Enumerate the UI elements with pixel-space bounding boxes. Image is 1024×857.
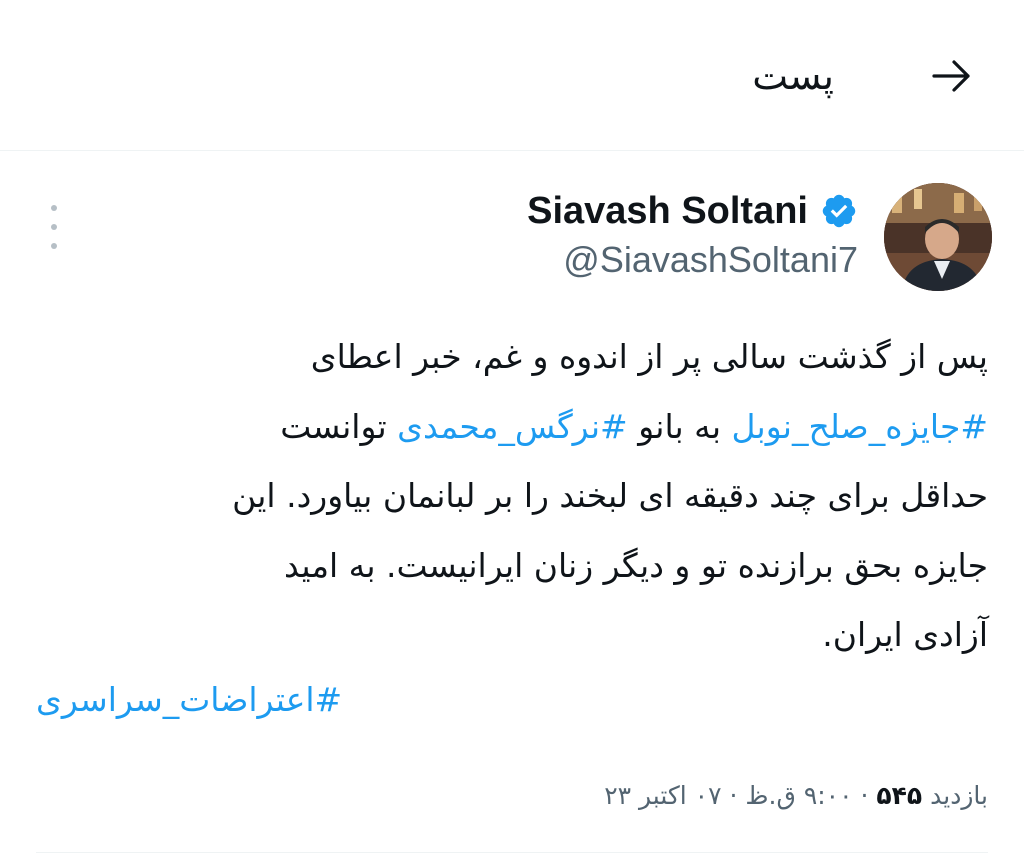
meta-separator: · [860, 781, 869, 810]
author-name-row: Siavash Soltani [527, 188, 858, 234]
views-label: بازدید [930, 781, 988, 810]
tweet-line-1: پس از گذشت سالی پر از اندوه و غم، خبر اع… [310, 337, 988, 376]
avatar[interactable] [884, 183, 992, 291]
tweet-line-2: #جایزه_صلح_نوبل به بانو #نرگس_محمدی توان… [28, 392, 988, 462]
tweet-meta: بازدید ۵۴۵ · ۹:۰۰ ق.ظ · ۰۷ اکتبر ۲۳ [604, 770, 988, 822]
tweet-text-fragment: به بانو [627, 406, 732, 446]
tweet-line-4: جایزه بحق برازنده تو و دیگر زنان ایرانیس… [284, 545, 988, 585]
tweet-line-3: حداقل برای چند دقیقه ای لبخند را بر لبان… [232, 476, 988, 515]
hashtag-link[interactable]: #جایزه_صلح_نوبل [732, 407, 988, 446]
hashtag-link[interactable]: #اعتراضات_سراسری [36, 680, 342, 719]
tweet-text-fragment: توانست [280, 406, 398, 446]
page-title: پست [752, 54, 834, 98]
user-handle[interactable]: @SiavashSoltani7 [563, 238, 858, 282]
more-options-icon[interactable] [40, 205, 68, 249]
tweet-date[interactable]: ۰۷ اکتبر ۲۳ [604, 781, 721, 810]
verified-badge-icon [820, 192, 858, 230]
trailing-hashtag-row: #اعتراضات_سراسری [36, 670, 342, 730]
meta-separator: · [729, 781, 738, 810]
tweet-line-5: آزادی ایران. [822, 615, 988, 654]
dot [51, 243, 57, 249]
top-bar: پست [0, 0, 1024, 151]
dot [51, 224, 57, 230]
tweet-time[interactable]: ۹:۰۰ ق.ظ [745, 781, 852, 810]
back-arrow-icon[interactable] [930, 56, 974, 96]
views-count: ۵۴۵ [876, 781, 923, 810]
dot [51, 205, 57, 211]
tweet-text: پس از گذشت سالی پر از اندوه و غم، خبر اع… [28, 322, 988, 670]
hashtag-link[interactable]: #نرگس_محمدی [397, 407, 628, 446]
divider [36, 852, 988, 853]
display-name[interactable]: Siavash Soltani [527, 188, 808, 234]
